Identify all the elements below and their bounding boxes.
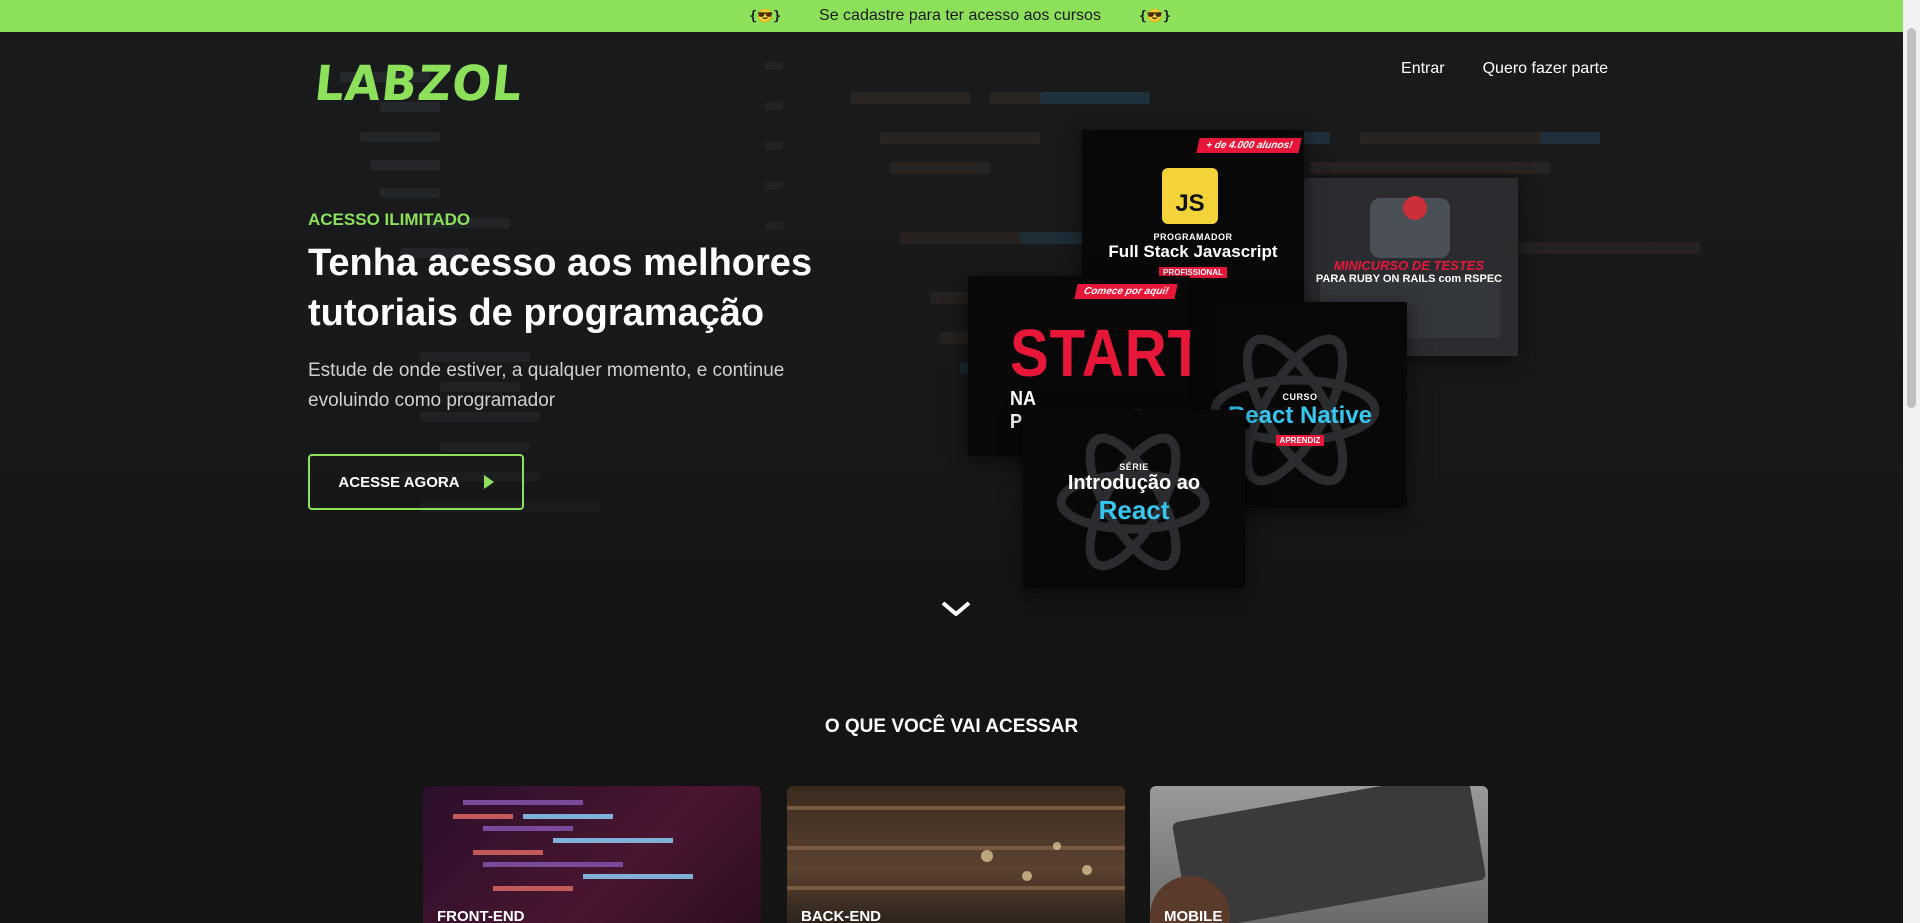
nav-signup-link[interactable]: Quero fazer parte (1483, 60, 1608, 78)
code-screen-image (453, 800, 693, 891)
laptop-keyboard-image (1150, 786, 1486, 923)
react-native-tag: APRENDIZ (1275, 435, 1325, 446)
hero-eyebrow: ACESSO ILIMITADO (308, 210, 471, 229)
announcement-banner[interactable]: {😎} Se cadastre para ter acesso aos curs… (0, 0, 1920, 32)
react-native-kicker: CURSO (1282, 392, 1318, 402)
category-label-frontend: FRONT-END (437, 908, 525, 923)
category-card-frontend[interactable]: FRONT-END (423, 786, 761, 923)
hero-headline: Tenha acesso aos melhores tutoriais de p… (308, 242, 813, 334)
react-native-title: React Native (1227, 402, 1373, 429)
banner-text[interactable]: Se cadastre para ter acesso aos cursos (819, 7, 1101, 25)
category-label-backend: BACK-END (801, 908, 881, 923)
start-title: START (1010, 316, 1190, 391)
page-scrollbar[interactable] (1903, 0, 1920, 923)
cover-react-intro[interactable]: SÉRIE Introdução ao React (1023, 410, 1245, 588)
students-ribbon: + de 4.000 alunos! (1195, 138, 1302, 153)
sunglasses-emoji-icon: {😎} (1138, 8, 1171, 24)
chevron-down-icon[interactable] (941, 600, 971, 618)
react-intro-kicker: SÉRIE (1119, 462, 1149, 472)
fullstack-title: Full Stack Javascript (1108, 242, 1278, 261)
category-card-backend[interactable]: BACK-END (787, 786, 1125, 923)
react-intro-title: Introdução ao (1067, 472, 1201, 494)
labzol-logo[interactable]: LABZOL (312, 55, 526, 112)
play-icon (483, 475, 494, 489)
fullstack-kicker: PROGRAMADOR (1153, 232, 1233, 242)
nav-login-link[interactable]: Entrar (1401, 60, 1445, 78)
hero-overlay (0, 32, 1903, 620)
access-now-label: ACESSE AGORA (338, 473, 460, 491)
rails-cover-subtitle: PARA RUBY ON RAILS com RSPEC (1315, 273, 1503, 285)
top-nav: Entrar Quero fazer parte (1401, 60, 1608, 78)
sunglasses-emoji-icon: {😎} (749, 8, 782, 24)
javascript-badge-icon: JS (1162, 168, 1218, 224)
hero-section: LABZOL Entrar Quero fazer parte ACESSO I… (0, 32, 1903, 620)
access-now-button[interactable]: ACESSE AGORA (308, 454, 524, 510)
scrollbar-thumb[interactable] (1907, 28, 1916, 408)
rails-cover-title: MINICURSO DE TESTES (1333, 258, 1485, 273)
section-title: O QUE VOCÊ VAI ACESSAR (824, 716, 1079, 737)
hero-subtext: Estude de onde estiver, a qualquer momen… (308, 360, 785, 411)
bookshelf-image (787, 806, 1125, 890)
category-label-mobile: MOBILE (1164, 908, 1223, 923)
category-card-mobile[interactable]: MOBILE (1150, 786, 1488, 923)
react-intro-highlight: React (1098, 495, 1170, 525)
start-here-ribbon: Comece por aqui! (1074, 284, 1179, 299)
